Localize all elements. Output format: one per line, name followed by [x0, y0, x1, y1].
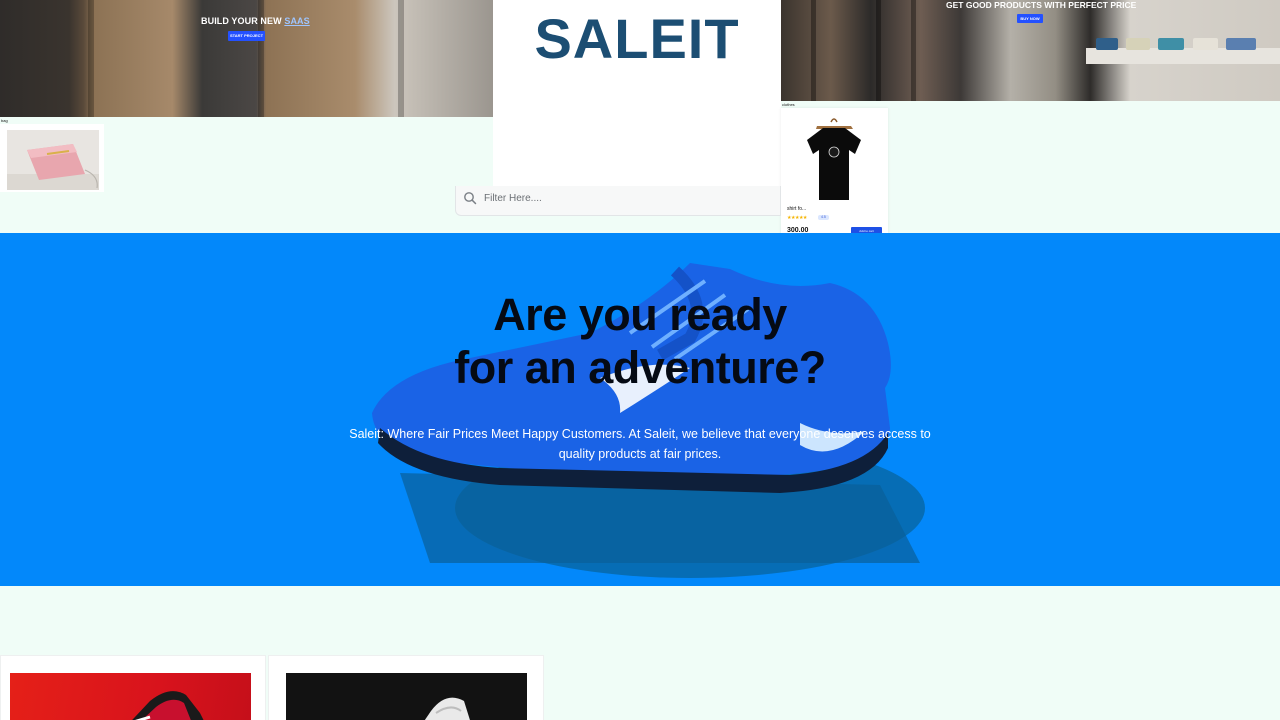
- banner-tagline-text: BUILD YOUR NEW: [201, 16, 282, 26]
- product-title[interactable]: shirt fo...: [787, 206, 806, 212]
- search-icon: [463, 191, 477, 205]
- saas-link[interactable]: SAAS: [284, 16, 309, 26]
- bag-image: [7, 130, 99, 190]
- folded-shirts: [1096, 38, 1118, 50]
- promo-banner-saas: BUILD YOUR NEW SAAS START PROJECT: [0, 0, 493, 117]
- folded-shirts: [1158, 38, 1184, 50]
- hero-headline-line2: for an adventure?: [454, 342, 826, 393]
- hero-subtext: Saleit: Where Fair Prices Meet Happy Cus…: [349, 427, 931, 461]
- product-card-shirt[interactable]: shirt fo... ★★★★★ 4.5 300.00 Add to cart: [781, 108, 888, 235]
- clothes-rack: [811, 0, 816, 101]
- rating-badge: 4.5: [818, 215, 829, 220]
- search-bar: [455, 186, 781, 216]
- product-image-red-shoe: [10, 673, 251, 720]
- banner-tagline: GET GOOD PRODUCTS WITH PERFECT PRICE: [946, 0, 1137, 10]
- display-table: [1086, 48, 1280, 64]
- product-card[interactable]: [0, 655, 266, 720]
- product-image-white-shoe: [286, 673, 527, 720]
- bag-edge: [398, 0, 404, 117]
- banner-tagline: BUILD YOUR NEW SAAS: [201, 16, 310, 26]
- category-label-clothes: clothes: [782, 102, 795, 107]
- category-label-bag: bag: [1, 118, 8, 123]
- clothes-rack: [911, 0, 916, 101]
- logo-panel: SALEIT: [493, 0, 781, 190]
- folded-shirts: [1226, 38, 1256, 50]
- buy-now-button[interactable]: BUY NOW: [1017, 14, 1043, 23]
- product-card[interactable]: [268, 655, 544, 720]
- folded-shirts: [1193, 38, 1218, 50]
- filter-input[interactable]: [484, 188, 764, 208]
- promo-banner-clothes: GET GOOD PRODUCTS WITH PERFECT PRICE BUY…: [781, 0, 1280, 101]
- site-logo[interactable]: SALEIT: [493, 6, 781, 71]
- folded-shirts: [1126, 38, 1150, 50]
- shirt-image: [787, 112, 882, 207]
- rating-stars: ★★★★★: [787, 215, 807, 221]
- clothes-rack: [876, 0, 881, 101]
- hero-headline: Are you ready for an adventure?: [0, 288, 1280, 394]
- hero-headline-line1: Are you ready: [493, 289, 787, 340]
- category-card-bag[interactable]: [0, 124, 104, 192]
- bag-edge: [88, 0, 94, 117]
- hero-section: Are you ready for an adventure? Saleit: …: [0, 233, 1280, 586]
- start-project-button[interactable]: START PROJECT: [228, 31, 265, 41]
